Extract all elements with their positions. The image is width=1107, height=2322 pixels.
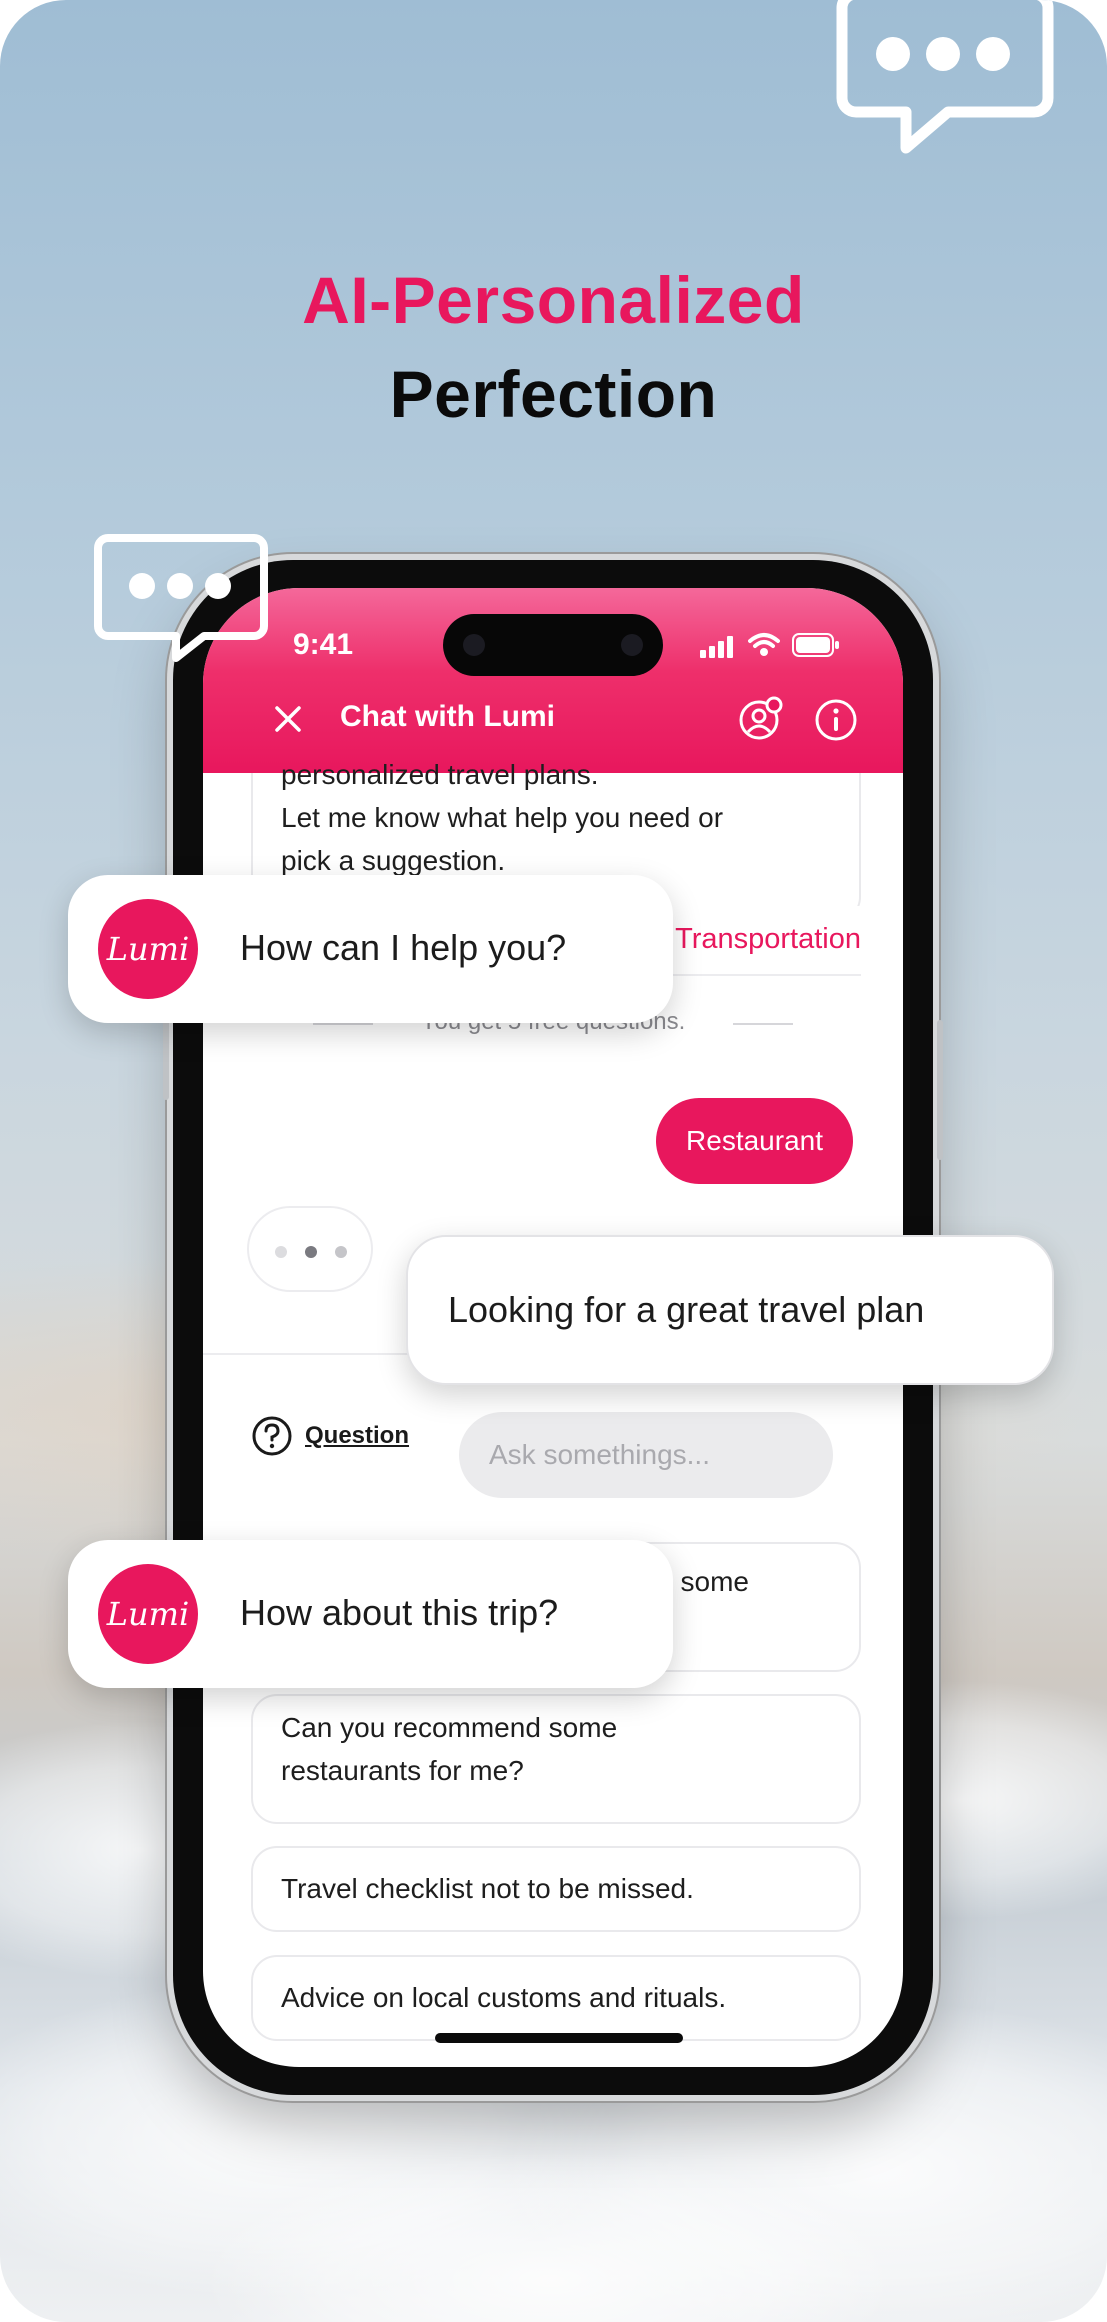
chat-header: 9:41 Chat with Lumi	[203, 588, 903, 773]
headline-accent: AI-Personalized	[302, 263, 805, 337]
signal-icon	[700, 636, 733, 658]
question-icon[interactable]	[251, 1415, 293, 1457]
ask-input[interactable]: Ask somethings...	[459, 1412, 833, 1498]
suggested-question[interactable]: Advice on local customs and rituals.	[251, 1955, 861, 2041]
wifi-icon	[748, 633, 780, 656]
floating-trip-text: How about this trip?	[240, 1592, 559, 1633]
power-button	[937, 1020, 943, 1160]
user-settings-icon[interactable]	[738, 696, 784, 742]
headline-main: Perfection	[389, 357, 718, 431]
close-icon[interactable]	[273, 704, 303, 734]
floating-help-text: How can I help you?	[240, 927, 567, 968]
sensor	[621, 634, 643, 656]
info-icon[interactable]	[814, 698, 858, 742]
suggested-question[interactable]: Travel checklist not to be missed.	[251, 1846, 861, 1932]
suggestion-chip-transportation[interactable]: Transportation	[675, 918, 861, 961]
volume-down-button	[163, 1010, 169, 1100]
floating-plan-text: Looking for a great travel plan	[448, 1289, 925, 1330]
typing-indicator	[247, 1206, 373, 1292]
chat-bubble-icon	[836, 0, 1054, 154]
app-store-screenshot: AI-Personalized Perfection 9:41 Chat wit…	[0, 0, 1107, 2322]
message-line: Let me know what help you need or	[281, 802, 724, 833]
lumi-avatar: Lumi	[98, 899, 198, 999]
floating-help-card: Lumi How can I help you?	[68, 875, 673, 1023]
suggested-question-text: Can you recommend some restaurants for m…	[281, 1712, 618, 1786]
typing-dot	[275, 1246, 287, 1258]
chat-bubble-icon	[94, 534, 268, 662]
lumi-avatar: Lumi	[98, 1564, 198, 1664]
typing-dot	[335, 1246, 347, 1258]
typing-dot	[305, 1246, 317, 1258]
suggested-question-text: Travel checklist not to be missed.	[281, 1873, 694, 1904]
dynamic-island	[443, 614, 663, 676]
battery-icon	[792, 633, 839, 657]
home-indicator	[435, 2033, 683, 2043]
floating-trip-card: Lumi How about this trip?	[68, 1540, 673, 1688]
message-line: personalized travel plans.	[281, 759, 599, 790]
camera	[463, 634, 485, 656]
divider-line	[733, 1023, 793, 1025]
floating-plan-card: Looking for a great travel plan	[406, 1235, 1054, 1385]
question-link[interactable]: Question	[305, 1422, 409, 1450]
suggested-question-text: Advice on local customs and rituals.	[281, 1982, 727, 2013]
chat-title: Chat with Lumi	[340, 700, 555, 733]
suggested-question[interactable]: Can you recommend some restaurants for m…	[251, 1694, 861, 1824]
status-time: 9:41	[293, 628, 354, 661]
user-message-bubble: Restaurant	[656, 1098, 853, 1184]
